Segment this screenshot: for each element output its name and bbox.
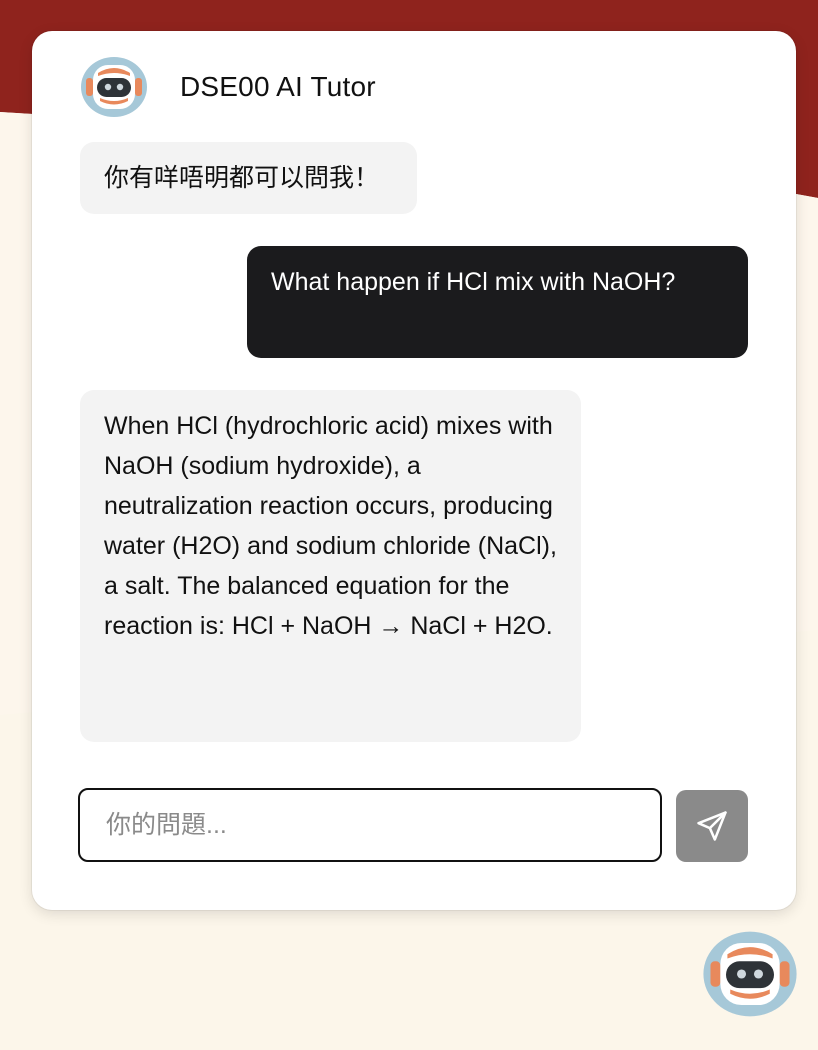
chat-launcher-button[interactable] xyxy=(702,930,798,1018)
chat-title: DSE00 AI Tutor xyxy=(180,71,376,102)
question-input[interactable] xyxy=(78,788,662,862)
user-message: What happen if HCl mix with NaOH? xyxy=(247,246,748,358)
chat-window: DSE00 AI Tutor 你有咩唔明都可以問我！ What happen i… xyxy=(32,31,796,910)
chat-header: DSE00 AI Tutor xyxy=(80,56,376,118)
robot-icon xyxy=(81,57,147,117)
send-button[interactable] xyxy=(676,790,748,862)
bot-message: When HCl (hydrochloric acid) mixes with … xyxy=(80,390,581,742)
robot-icon xyxy=(703,931,797,1017)
paper-plane-icon xyxy=(697,811,727,841)
bot-message: 你有咩唔明都可以問我！ xyxy=(80,142,417,214)
